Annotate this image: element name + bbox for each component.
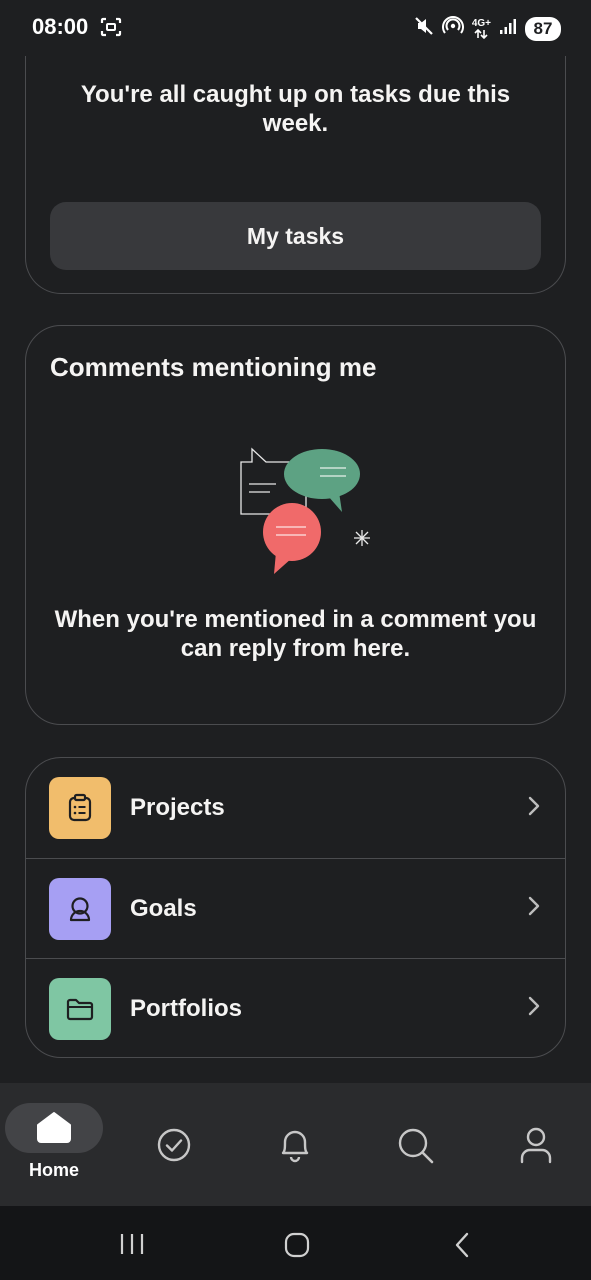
home-icon [36, 1111, 72, 1148]
screenshot-icon [100, 17, 122, 42]
tasks-caught-up-message: You're all caught up on tasks due this w… [80, 81, 511, 137]
status-bar: 08:00 4G+ 87 [0, 0, 591, 56]
comments-empty-message: When you're mentioned in a comment you c… [54, 606, 537, 662]
status-icons: 4G+ 87 [414, 15, 561, 42]
navigation-links-card: Projects Goals Portfolios [25, 757, 566, 1058]
link-label-projects: Projects [130, 794, 225, 821]
chevron-right-icon [527, 895, 541, 922]
app-screen: 08:00 4G+ 87 You're all caught up on tas… [0, 0, 591, 1280]
my-tasks-icon[interactable] [156, 1127, 192, 1168]
mute-icon [414, 16, 434, 41]
folder-icon [49, 977, 111, 1040]
link-label-portfolios: Portfolios [130, 994, 242, 1022]
link-row-portfolios[interactable]: Portfolios [26, 958, 565, 1058]
link-row-goals[interactable]: Goals [26, 858, 565, 958]
network-4g-icon: 4G+ [472, 18, 491, 39]
comment-bubbles-illustration-icon [236, 444, 376, 584]
status-time: 08:00 [32, 14, 89, 39]
bottom-navigation-bar: Home [0, 1083, 591, 1206]
comments-card-title: Comments mentioning me [50, 352, 377, 382]
nav-home-label: Home [28, 1160, 79, 1180]
inbox-bell-icon[interactable] [275, 1125, 315, 1170]
search-icon[interactable] [396, 1126, 436, 1171]
chevron-right-icon [527, 795, 541, 822]
home-button-icon[interactable] [283, 1231, 311, 1264]
my-tasks-button[interactable]: My tasks [50, 202, 541, 270]
battery-icon: 87 [525, 16, 561, 41]
account-icon[interactable] [518, 1126, 554, 1169]
comments-mentioning-card: Comments mentioning me When you're menti… [25, 325, 566, 725]
goal-person-icon [49, 877, 111, 940]
clipboard-icon [49, 777, 111, 839]
recent-apps-icon[interactable] [118, 1232, 146, 1261]
link-row-projects[interactable]: Projects [26, 758, 565, 858]
back-icon[interactable] [452, 1231, 472, 1264]
hotspot-icon [441, 15, 464, 42]
chevron-right-icon [527, 995, 541, 1022]
link-label-goals: Goals [130, 894, 197, 922]
system-navigation-bar [0, 1206, 591, 1280]
signal-icon [499, 17, 517, 40]
